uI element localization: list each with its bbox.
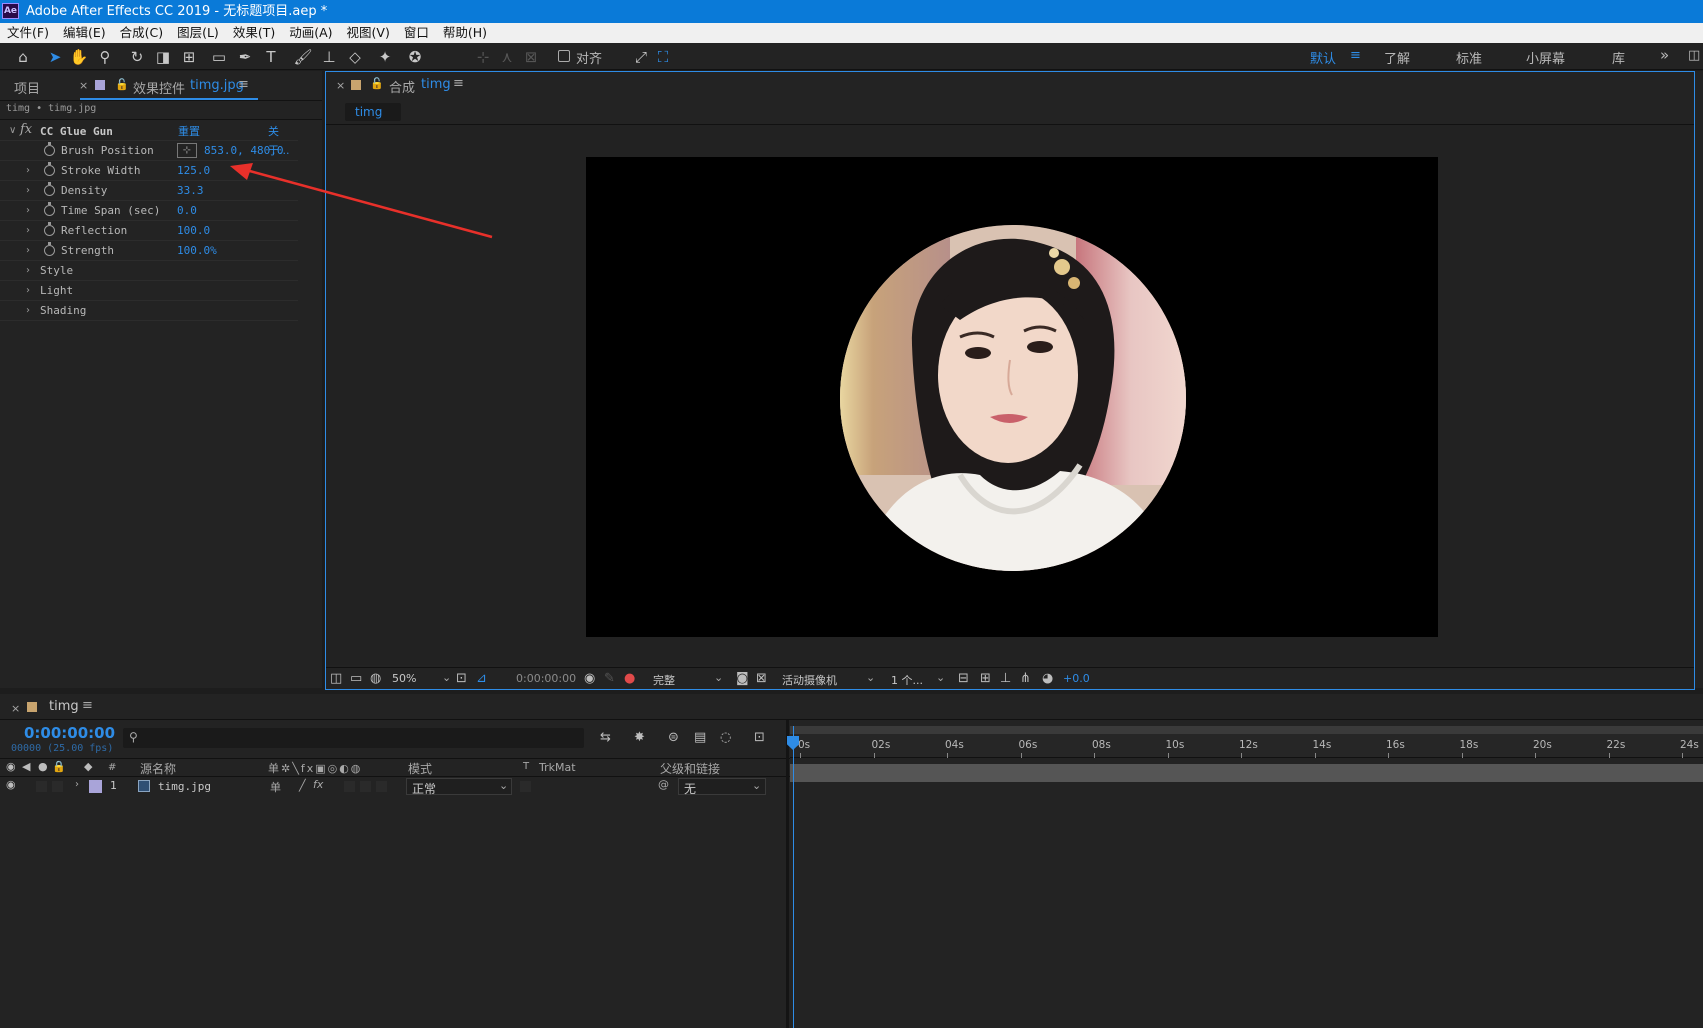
annotation-arrow — [230, 163, 493, 239]
annotation-arrow-line — [245, 168, 493, 239]
annotation-arrow-head — [230, 163, 253, 180]
